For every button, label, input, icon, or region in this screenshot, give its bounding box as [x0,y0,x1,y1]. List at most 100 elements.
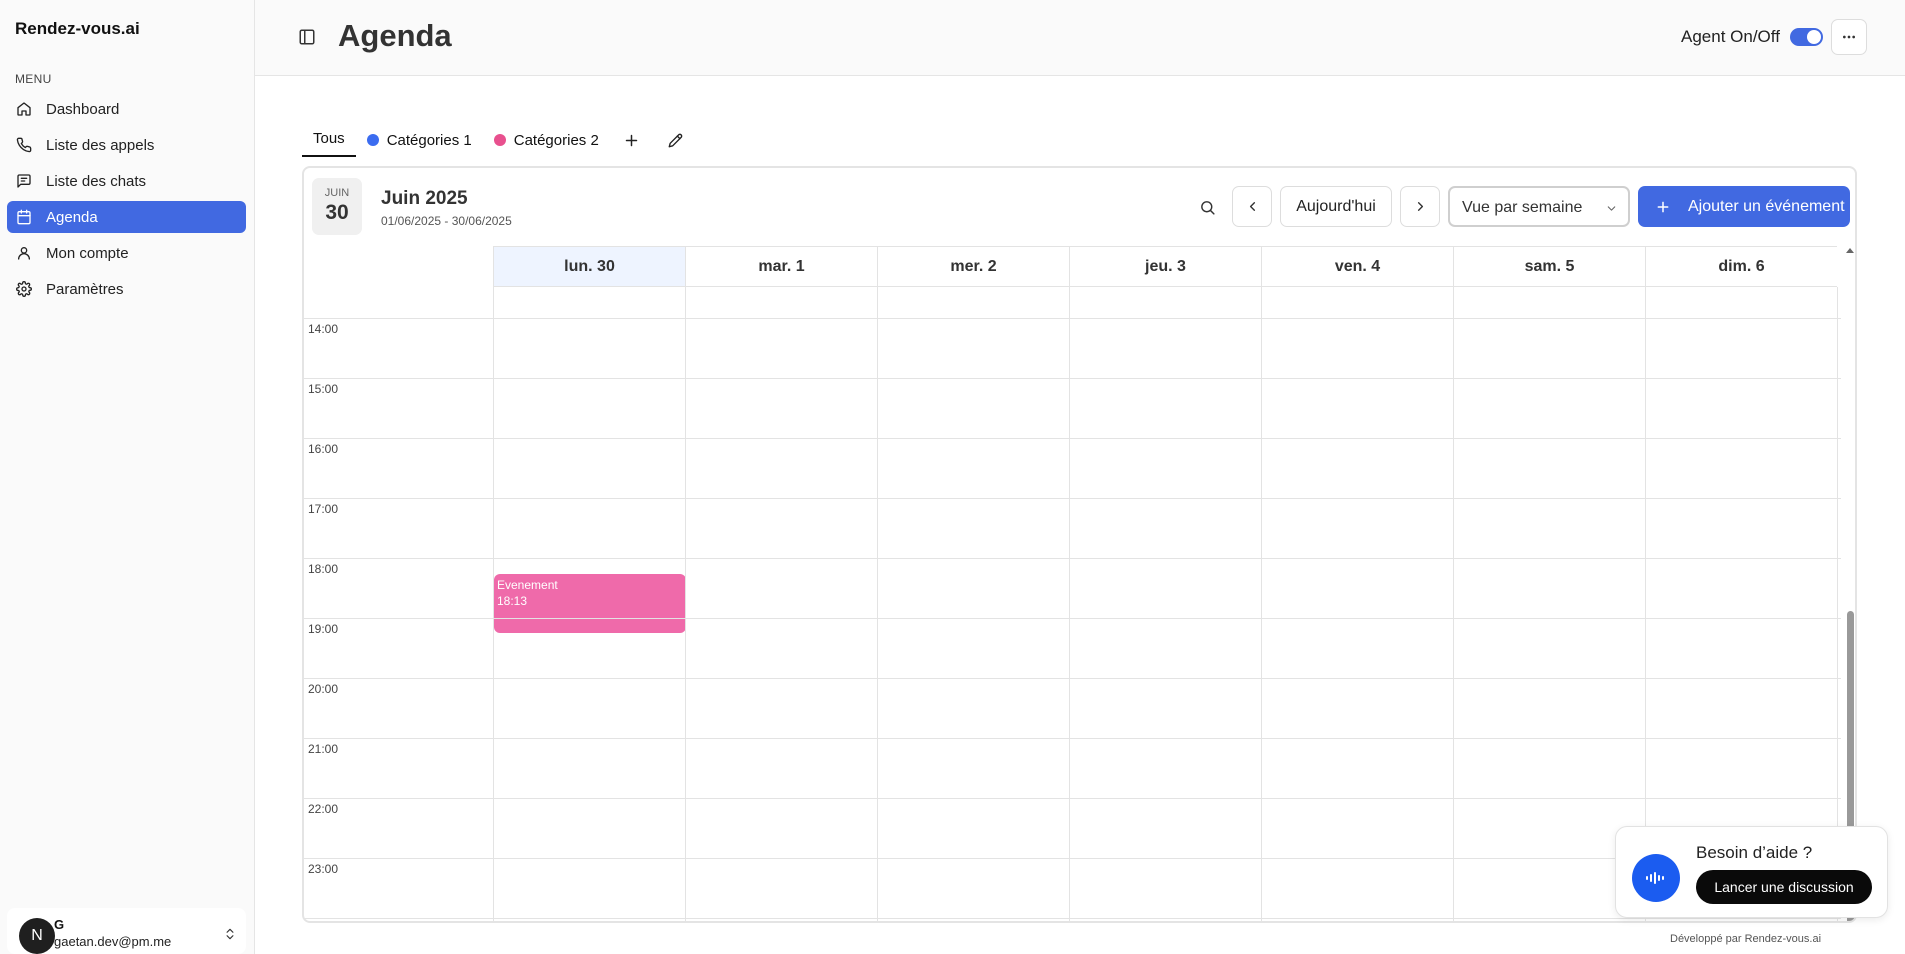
hour-label: 18:00 [308,562,339,576]
day-header[interactable]: ven. 4 [1261,246,1453,287]
sidebar-item-agenda[interactable]: Agenda [7,201,246,233]
sidebar-item-label: Liste des appels [46,136,155,154]
hour-label: 17:00 [308,502,339,516]
user-menu[interactable]: N G gaetan.dev@pm.me [7,908,246,954]
calendar-icon [16,209,32,225]
gear-icon [16,281,32,297]
chevron-left-icon [1249,202,1255,211]
grid-hour-line [304,798,1841,799]
grid-column-line [1261,287,1262,921]
grid-hour-line [304,678,1841,679]
month-range: 01/06/2025 - 30/06/2025 [381,214,512,228]
home-icon [16,101,32,117]
hour-label: 22:00 [308,802,339,816]
sidebar-item-label: Liste des chats [46,172,147,190]
view-select-value: Vue par semaine [1462,199,1583,216]
voice-wave-icon[interactable] [1632,854,1680,902]
grid-column-line [493,287,494,921]
more-horizontal-icon [1843,35,1855,39]
tab-all[interactable]: Tous [302,125,356,157]
sidebar-item-settings[interactable]: Paramètres [7,273,246,305]
help-widget: Besoin d’aide ? Lancer une discussion [1615,826,1888,918]
calendar: JUIN 30 Juin 2025 01/06/2025 - 30/06/202… [302,166,1857,923]
phone-icon [16,137,32,153]
sidebar-item-label: Mon compte [46,244,129,262]
calendar-event[interactable]: Evenement 18:13 [494,574,686,633]
grid-hour-line [304,318,1841,319]
add-event-label: Ajouter un événement [1688,197,1845,215]
grid-hour-line [304,378,1841,379]
grid-hour-line [304,498,1841,499]
category-color-dot [493,134,506,146]
sidebar-nav: Dashboard Liste des appels Liste des cha… [7,93,246,309]
day-header[interactable]: mar. 1 [685,246,877,287]
add-category-button[interactable] [610,125,654,155]
tab-label: Tous [313,129,345,147]
day-header[interactable]: mer. 2 [877,246,1069,287]
hour-label: 20:00 [308,682,339,696]
category-tabs: Tous Catégories 1 Catégories 2 [302,125,698,158]
help-title: Besoin d’aide ? [1696,843,1813,862]
day-header[interactable]: dim. 6 [1645,246,1837,287]
week-grid: Evenement 18:13 lun. 30 mar. 1 mer. 2 jeu. … [304,246,1841,921]
badge-day: 30 [325,201,349,224]
grid-hour-line [304,618,1841,619]
tab-category-2[interactable]: Catégories 2 [483,125,610,155]
today-button[interactable]: Aujourd'hui [1280,186,1392,227]
chevron-down-icon [1607,206,1616,211]
hour-label: 23:00 [308,862,339,876]
search-icon [1200,200,1215,215]
add-event-button[interactable]: Ajouter un événement [1638,186,1850,227]
grid-scrollbar[interactable] [1843,246,1855,921]
calendar-toolbar: JUIN 30 Juin 2025 01/06/2025 - 30/06/202… [304,168,1855,246]
sidebar-toggle-icon[interactable] [298,28,316,46]
sidebar-item-account[interactable]: Mon compte [7,237,246,269]
day-header[interactable]: jeu. 3 [1069,246,1261,287]
edit-categories-button[interactable] [654,125,698,155]
hour-label: 14:00 [308,322,339,336]
chevron-right-icon [1417,202,1423,211]
sidebar-item-calls[interactable]: Liste des appels [7,129,246,161]
view-select[interactable]: Vue par semaine [1448,186,1630,227]
page-title: Agenda [338,18,452,53]
grid-hour-line [304,558,1841,559]
next-button[interactable] [1400,186,1440,227]
tab-label: Catégories 2 [513,131,599,149]
grid-bottom-line [304,918,1841,919]
chat-icon [16,173,32,189]
menu-label: MENU [15,72,52,86]
sidebar-item-dashboard[interactable]: Dashboard [7,93,246,125]
plus-icon [626,134,638,146]
user-icon [16,245,32,261]
tab-category-1[interactable]: Catégories 1 [356,125,483,155]
scroll-up-arrow-icon[interactable] [1846,248,1854,253]
event-time: 18:13 [497,594,528,608]
sidebar-item-label: Paramètres [46,280,124,298]
day-header[interactable]: sam. 5 [1453,246,1645,287]
day-header[interactable]: lun. 30 [493,246,685,287]
grid-column-line [1453,287,1454,921]
chevron-up-down-icon [226,928,234,940]
category-color-dot [366,134,379,146]
grid-column-line [685,287,686,921]
sidebar-item-chats[interactable]: Liste des chats [7,165,246,197]
hour-label: 16:00 [308,442,339,456]
badge-month: JUIN [324,187,350,199]
agent-toggle[interactable] [1790,28,1823,46]
event-title: Evenement [497,578,558,592]
more-options-button[interactable] [1831,19,1867,55]
plus-icon [1657,201,1669,212]
footer-credit: Développé par Rendez-vous.ai [1670,933,1822,945]
month-title: Juin 2025 [381,188,468,209]
sidebar: Rendez-vous.ai MENU Dashboard Liste des … [0,0,255,954]
grid-hour-line [304,738,1841,739]
page-header: Agenda Agent On/Off [255,0,1905,76]
previous-button[interactable] [1232,186,1272,227]
start-chat-button[interactable]: Lancer une discussion [1696,870,1872,904]
grid-column-line [877,287,878,921]
current-date-badge: JUIN 30 [312,178,362,235]
grid-hour-line [304,438,1841,439]
hour-label: 15:00 [308,382,339,396]
search-button[interactable] [1191,191,1223,223]
brand-name[interactable]: Rendez-vous.ai [15,19,140,39]
